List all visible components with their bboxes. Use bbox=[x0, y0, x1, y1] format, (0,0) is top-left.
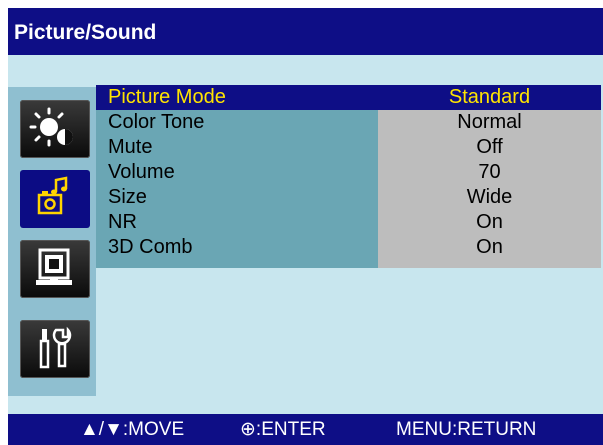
move-hint: ▲/▼:MOVE bbox=[80, 419, 185, 440]
menu-row-value: Normal bbox=[457, 111, 522, 133]
page-title: Picture/Sound bbox=[14, 21, 157, 44]
return-hint: MENU:RETURN bbox=[396, 419, 537, 440]
menu-row-label: 3D Comb bbox=[108, 236, 193, 258]
setup-tools-icon bbox=[39, 326, 72, 369]
menu-row-size[interactable]: Size Wide bbox=[96, 185, 601, 210]
enter-hint: ⊕:ENTER bbox=[240, 419, 326, 440]
menu-row-mute[interactable]: Mute Off bbox=[96, 135, 601, 160]
menu-row-value: 70 bbox=[478, 161, 501, 183]
sidebar-item-brightness[interactable] bbox=[20, 100, 90, 158]
menu-row-volume[interactable]: Volume 70 bbox=[96, 160, 601, 185]
category-sidebar bbox=[8, 87, 96, 396]
menu-row-3d-comb[interactable]: 3D Comb On bbox=[96, 235, 601, 260]
menu-row-label: Picture Mode bbox=[108, 86, 226, 108]
menu-row-label: Size bbox=[108, 186, 147, 208]
menu-row-color-tone[interactable]: Color Tone Normal bbox=[96, 110, 601, 135]
menu-row-value: On bbox=[476, 211, 503, 233]
menu-row-label: Color Tone bbox=[108, 111, 205, 133]
sidebar-item-setup[interactable] bbox=[20, 320, 90, 378]
menu-row-picture-mode[interactable]: Picture Mode Standard bbox=[96, 85, 601, 110]
picture-sound-icon bbox=[37, 176, 68, 215]
key-hint-bar: ▲/▼:MOVE ⊕:ENTER MENU:RETURN bbox=[8, 414, 603, 445]
menu-row-value: Wide bbox=[466, 186, 513, 208]
menu-row-label: Mute bbox=[108, 136, 153, 158]
menu-row-value: Off bbox=[476, 136, 503, 158]
osd-menu-screen: Picture/Sound Picture Mode Standard Colo… bbox=[0, 0, 603, 445]
sidebar-item-monitor[interactable] bbox=[20, 240, 90, 298]
monitor-icon bbox=[36, 248, 72, 285]
menu-row-value: On bbox=[476, 236, 503, 258]
menu-row-nr[interactable]: NR On bbox=[96, 210, 601, 235]
brightness-contrast-icon bbox=[29, 107, 73, 147]
settings-list: Picture Mode Standard Color Tone Normal … bbox=[96, 85, 601, 268]
sidebar-item-picture-sound[interactable] bbox=[20, 170, 90, 228]
menu-row-label: NR bbox=[108, 211, 137, 233]
menu-row-label: Volume bbox=[108, 161, 175, 183]
menu-row-value: Standard bbox=[448, 86, 531, 108]
